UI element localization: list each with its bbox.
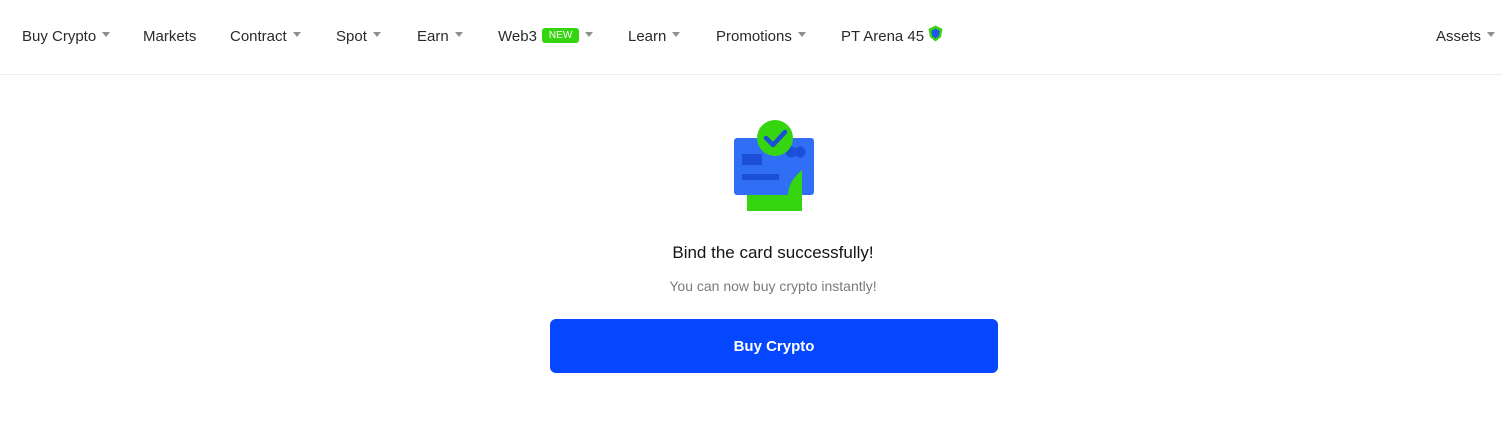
nav-learn-label: Learn — [628, 27, 667, 45]
chevron-down-icon — [585, 32, 594, 37]
chevron-down-icon — [292, 32, 301, 37]
success-title: Bind the card successfully! — [672, 243, 874, 262]
nav-contract[interactable]: Contract — [230, 0, 301, 72]
nav-earn-label: Earn — [417, 27, 449, 45]
nav-learn[interactable]: Learn — [628, 0, 681, 72]
success-subtitle: You can now buy crypto instantly! — [669, 278, 877, 294]
nav-contract-label: Contract — [230, 27, 287, 45]
nav-web3-label: Web3 — [498, 27, 537, 45]
nav-assets-label: Assets — [1436, 27, 1482, 45]
new-badge: NEW — [541, 27, 580, 43]
nav-spot[interactable]: Spot — [336, 0, 381, 72]
shield-icon — [928, 25, 943, 46]
nav-earn[interactable]: Earn — [417, 0, 463, 72]
nav-web3[interactable]: Web3 NEW — [498, 0, 594, 72]
nav-buy-crypto[interactable]: Buy Crypto — [22, 0, 111, 72]
chevron-down-icon — [672, 32, 681, 37]
nav-spot-label: Spot — [336, 27, 367, 45]
card-check-icon — [733, 119, 815, 211]
chevron-down-icon — [797, 32, 806, 37]
chevron-down-icon — [372, 32, 381, 37]
chevron-down-icon — [1487, 32, 1496, 37]
chevron-down-icon — [454, 32, 463, 37]
nav-assets[interactable]: Assets — [1436, 0, 1496, 72]
nav-pt-arena[interactable]: PT Arena 45 — [841, 0, 943, 72]
nav-promotions-label: Promotions — [716, 27, 792, 45]
nav-markets-label: Markets — [143, 27, 197, 45]
top-navigation: Buy Crypto Markets Contract Spot Earn We… — [0, 0, 1502, 75]
nav-pt-arena-label: PT Arena 45 — [841, 27, 925, 45]
nav-promotions[interactable]: Promotions — [716, 0, 806, 72]
buy-crypto-button[interactable]: Buy Crypto — [550, 319, 998, 373]
bind-card-success-panel: Bind the card successfully! You can now … — [0, 76, 1502, 430]
chevron-down-icon — [102, 32, 111, 37]
nav-markets[interactable]: Markets — [143, 0, 196, 72]
nav-buy-crypto-label: Buy Crypto — [22, 27, 97, 45]
